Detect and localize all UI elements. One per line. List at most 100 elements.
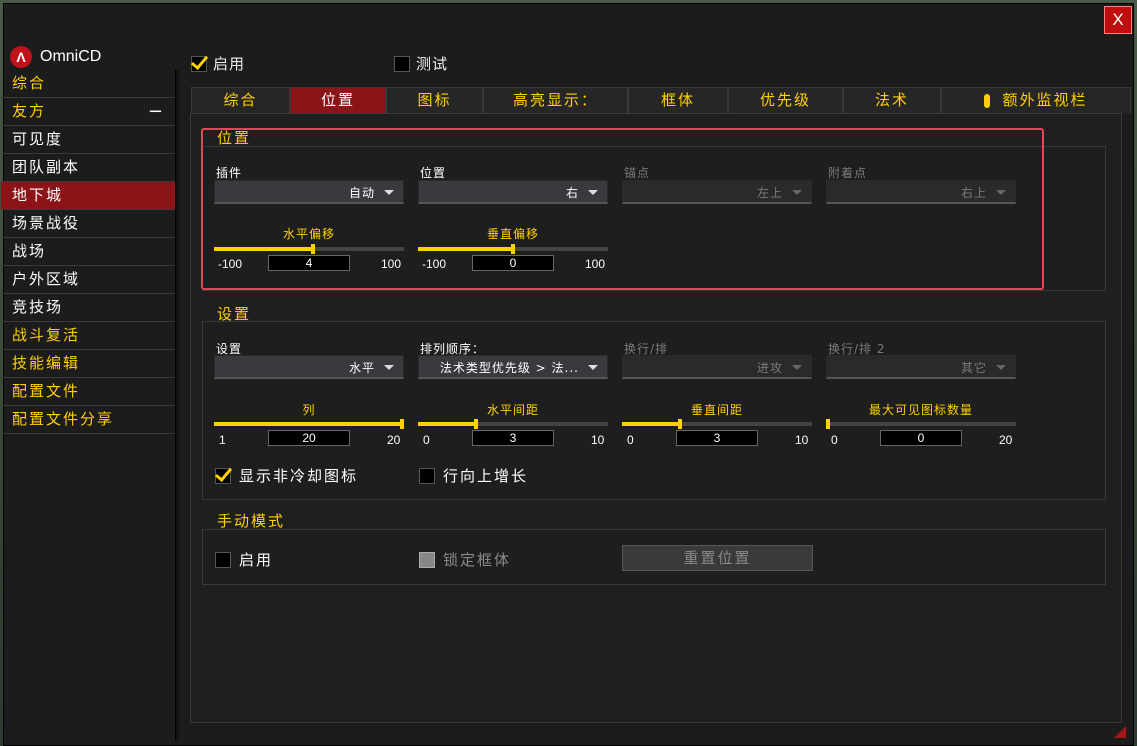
sidebar-item-scenario[interactable]: 场景战役 — [1, 210, 175, 238]
sidebar-item-visibility[interactable]: 可见度 — [1, 126, 175, 154]
h-spacing-input[interactable]: 3 — [472, 430, 554, 446]
lock-frame-label: 锁定框体 — [443, 551, 512, 569]
layout-dropdown[interactable]: 水平 — [214, 355, 404, 379]
chevron-down-icon — [996, 365, 1006, 370]
slider-max: 10 — [591, 433, 605, 447]
sidebar-item-label: 综合 — [12, 74, 47, 92]
tab-label: 图标 — [417, 91, 452, 109]
tab-label: 法术 — [874, 91, 909, 109]
wrap-dropdown: 进攻 — [622, 355, 812, 379]
sidebar: 综合 友方 − 可见度 团队副本 地下城 场景战役 战场 户外区域 竞技场 战斗复… — [1, 70, 176, 740]
tab-bar: 综合 位置 图标 高亮显示： 框体 优先级 法术 额外监视栏 — [191, 87, 1131, 113]
sidebar-item-label: 竞技场 — [12, 298, 64, 316]
chevron-down-icon — [792, 365, 802, 370]
sidebar-item-label: 配置文件 — [12, 382, 81, 400]
columns-input[interactable]: 20 — [268, 430, 350, 446]
test-label: 测试 — [416, 55, 449, 73]
manual-enable-checkbox[interactable] — [215, 551, 231, 568]
sidebar-item-battleground[interactable]: 战场 — [1, 238, 175, 266]
warning-icon — [984, 93, 991, 108]
close-button[interactable]: X — [1104, 6, 1132, 34]
sidebar-item-dungeon[interactable]: 地下城 — [1, 182, 175, 210]
max-icons-slider[interactable] — [826, 419, 1016, 429]
sidebar-item-label: 配置文件分享 — [12, 410, 115, 428]
show-noncd-toggle[interactable]: 显示非冷却图标 — [215, 465, 358, 486]
slider-min: 0 — [627, 433, 634, 447]
sidebar-item-world[interactable]: 户外区域 — [1, 266, 175, 294]
slider-min: 1 — [219, 433, 226, 447]
test-checkbox[interactable] — [394, 55, 410, 72]
tab-spells[interactable]: 法术 — [843, 87, 941, 113]
manual-enable-toggle[interactable]: 启用 — [215, 549, 273, 570]
dropdown-value: 水平 — [348, 361, 375, 375]
slider-thumb[interactable] — [678, 419, 682, 429]
sidebar-item-raid[interactable]: 团队副本 — [1, 154, 175, 182]
sidebar-item-label: 可见度 — [12, 130, 64, 148]
tab-frame[interactable]: 框体 — [628, 87, 728, 113]
sidebar-item-profiles[interactable]: 配置文件 — [1, 378, 175, 406]
manual-enable-label: 启用 — [239, 551, 274, 569]
tab-label: 框体 — [660, 91, 695, 109]
enable-label: 启用 — [213, 55, 246, 73]
sidebar-item-arena[interactable]: 竞技场 — [1, 294, 175, 322]
chevron-down-icon — [588, 365, 598, 370]
dropdown-value: 其它 — [960, 361, 987, 375]
slider-fill — [622, 422, 678, 426]
wrap2-dropdown: 其它 — [826, 355, 1016, 379]
sidebar-item-general[interactable]: 综合 — [1, 70, 175, 98]
slider-thumb[interactable] — [826, 419, 830, 429]
dropdown-value: 进攻 — [756, 361, 783, 375]
sidebar-item-spell-editor[interactable]: 技能编辑 — [1, 350, 175, 378]
resize-handle[interactable] — [1114, 726, 1126, 738]
columns-title: 列 — [302, 403, 316, 417]
grow-up-toggle[interactable]: 行向上增长 — [419, 465, 528, 486]
tab-label: 额外监视栏 — [1002, 91, 1088, 109]
enable-toggle[interactable]: 启用 — [191, 53, 245, 74]
h-spacing-title: 水平间距 — [486, 403, 539, 417]
v-spacing-input[interactable]: 3 — [676, 430, 758, 446]
tab-priority[interactable]: 优先级 — [728, 87, 843, 113]
slider-fill — [214, 422, 400, 426]
show-noncd-label: 显示非冷却图标 — [239, 467, 359, 485]
grow-up-label: 行向上增长 — [443, 467, 529, 485]
tab-label: 综合 — [223, 91, 258, 109]
app-title: OmniCD — [40, 48, 102, 65]
v-spacing-slider[interactable] — [622, 419, 812, 429]
test-toggle[interactable]: 测试 — [394, 53, 448, 74]
collapse-icon[interactable]: − — [148, 98, 165, 125]
manual-group-title: 手动模式 — [217, 512, 286, 530]
tab-general[interactable]: 综合 — [191, 87, 290, 113]
show-noncd-checkbox[interactable] — [215, 467, 231, 484]
columns-slider[interactable] — [214, 419, 404, 429]
max-icons-title: 最大可见图标数量 — [868, 403, 973, 417]
sidebar-item-profile-share[interactable]: 配置文件分享 — [1, 406, 175, 434]
grow-up-checkbox[interactable] — [419, 467, 435, 484]
sidebar-item-label: 技能编辑 — [12, 354, 81, 372]
omnicd-logo-icon: Λ — [10, 46, 32, 68]
h-spacing-slider[interactable] — [418, 419, 608, 429]
slider-max: 20 — [999, 433, 1013, 447]
sidebar-item-label: 户外区域 — [12, 270, 81, 288]
tab-icons[interactable]: 图标 — [386, 87, 483, 113]
tab-extra-bars[interactable]: 额外监视栏 — [941, 87, 1131, 113]
reset-position-button: 重置位置 — [622, 545, 813, 571]
max-icons-input[interactable]: 0 — [880, 430, 962, 446]
sidebar-item-battle-res[interactable]: 战斗复活 — [1, 322, 175, 350]
enable-checkbox[interactable] — [191, 55, 207, 72]
sidebar-divider — [176, 70, 179, 740]
sidebar-item-label: 战斗复活 — [12, 326, 81, 344]
sidebar-item-label: 友方 — [12, 102, 47, 120]
slider-fill — [418, 422, 474, 426]
tab-highlight[interactable]: 高亮显示： — [483, 87, 628, 113]
sidebar-item-party[interactable]: 友方 − — [1, 98, 175, 126]
tab-label: 位置 — [320, 91, 355, 109]
tab-position[interactable]: 位置 — [290, 87, 386, 113]
chevron-down-icon — [384, 365, 394, 370]
slider-max: 10 — [795, 433, 809, 447]
sidebar-item-label: 战场 — [12, 242, 47, 260]
sort-dropdown[interactable]: 法术类型优先级 > 法... — [418, 355, 608, 379]
slider-thumb[interactable] — [474, 419, 478, 429]
slider-thumb[interactable] — [400, 419, 404, 429]
slider-min: 0 — [831, 433, 838, 447]
app-logo: Λ OmniCD — [10, 44, 101, 70]
